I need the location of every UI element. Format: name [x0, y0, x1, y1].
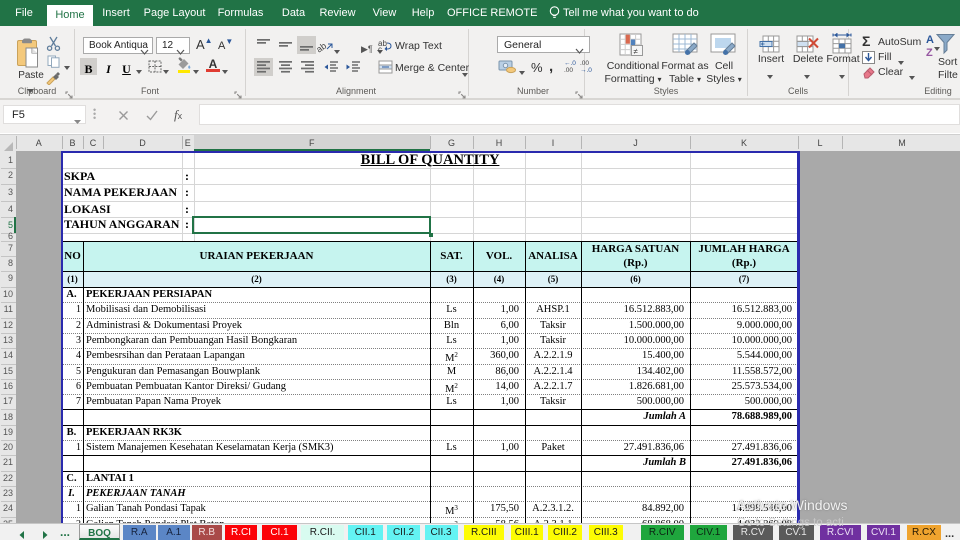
svg-text:←.0: ←.0	[564, 60, 576, 67]
svg-text:ab: ab	[317, 41, 328, 53]
svg-text:≠: ≠	[634, 47, 639, 56]
svg-text:c: c	[378, 45, 382, 52]
svg-text:A: A	[926, 34, 934, 46]
svg-text:.00: .00	[564, 67, 573, 73]
svg-text:Z: Z	[926, 47, 933, 59]
